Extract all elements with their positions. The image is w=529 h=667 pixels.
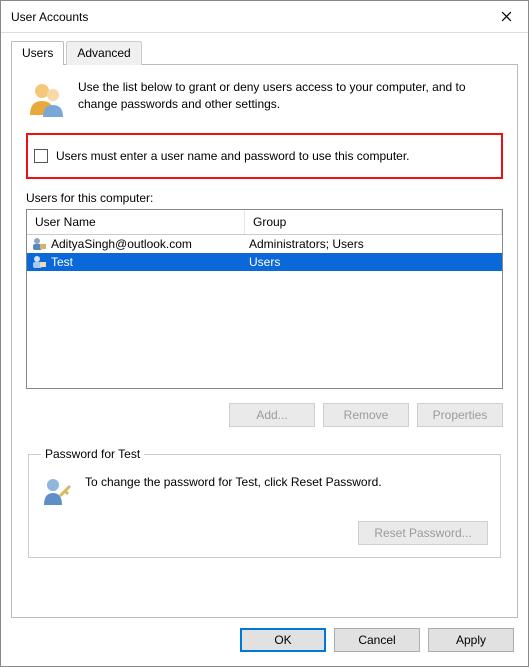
require-password-label: Users must enter a user name and passwor… [56, 149, 410, 163]
users-list-caption: Users for this computer: [26, 191, 503, 205]
cancel-button[interactable]: Cancel [334, 628, 420, 652]
listview-body: AdityaSingh@outlook.com Administrators; … [27, 235, 502, 388]
dialog-buttons: OK Cancel Apply [11, 618, 518, 656]
key-user-icon [41, 475, 73, 507]
cell-username: AdityaSingh@outlook.com [51, 237, 192, 251]
remove-button[interactable]: Remove [323, 403, 409, 427]
users-icon [26, 79, 66, 119]
close-button[interactable] [484, 2, 528, 32]
user-icon [31, 254, 47, 270]
password-legend: Password for Test [41, 447, 144, 461]
ok-button[interactable]: OK [240, 628, 326, 652]
cell-group: Administrators; Users [249, 237, 364, 251]
users-listview[interactable]: User Name Group AdityaSingh@outlook.com … [26, 209, 503, 389]
table-row[interactable]: Test Users [27, 253, 502, 271]
user-accounts-dialog: User Accounts Users Advanced Use the lis… [0, 0, 529, 667]
tab-panel-users: Use the list below to grant or deny user… [11, 64, 518, 618]
close-icon [501, 11, 512, 22]
intro-text: Use the list below to grant or deny user… [78, 79, 503, 119]
table-row[interactable]: AdityaSingh@outlook.com Administrators; … [27, 235, 502, 253]
titlebar: User Accounts [1, 1, 528, 33]
window-title: User Accounts [11, 10, 484, 24]
listview-header: User Name Group [27, 210, 502, 235]
cell-group: Users [249, 255, 280, 269]
column-header-group[interactable]: Group [245, 210, 502, 234]
tab-advanced[interactable]: Advanced [66, 41, 141, 65]
reset-password-button[interactable]: Reset Password... [358, 521, 488, 545]
password-text: To change the password for Test, click R… [85, 475, 382, 489]
apply-button[interactable]: Apply [428, 628, 514, 652]
intro-row: Use the list below to grant or deny user… [26, 79, 503, 119]
column-header-username[interactable]: User Name [27, 210, 245, 234]
client-area: Users Advanced Use the list below to gra… [1, 33, 528, 666]
password-groupbox: Password for Test To change the password… [28, 447, 501, 558]
cell-username: Test [51, 255, 73, 269]
require-password-checkbox[interactable] [34, 149, 48, 163]
user-buttons-row: Add... Remove Properties [26, 403, 503, 427]
user-icon [31, 236, 47, 252]
add-button[interactable]: Add... [229, 403, 315, 427]
properties-button[interactable]: Properties [417, 403, 503, 427]
tab-strip: Users Advanced [11, 41, 518, 65]
tab-users[interactable]: Users [11, 41, 64, 65]
require-password-checkbox-row[interactable]: Users must enter a user name and passwor… [26, 133, 503, 179]
